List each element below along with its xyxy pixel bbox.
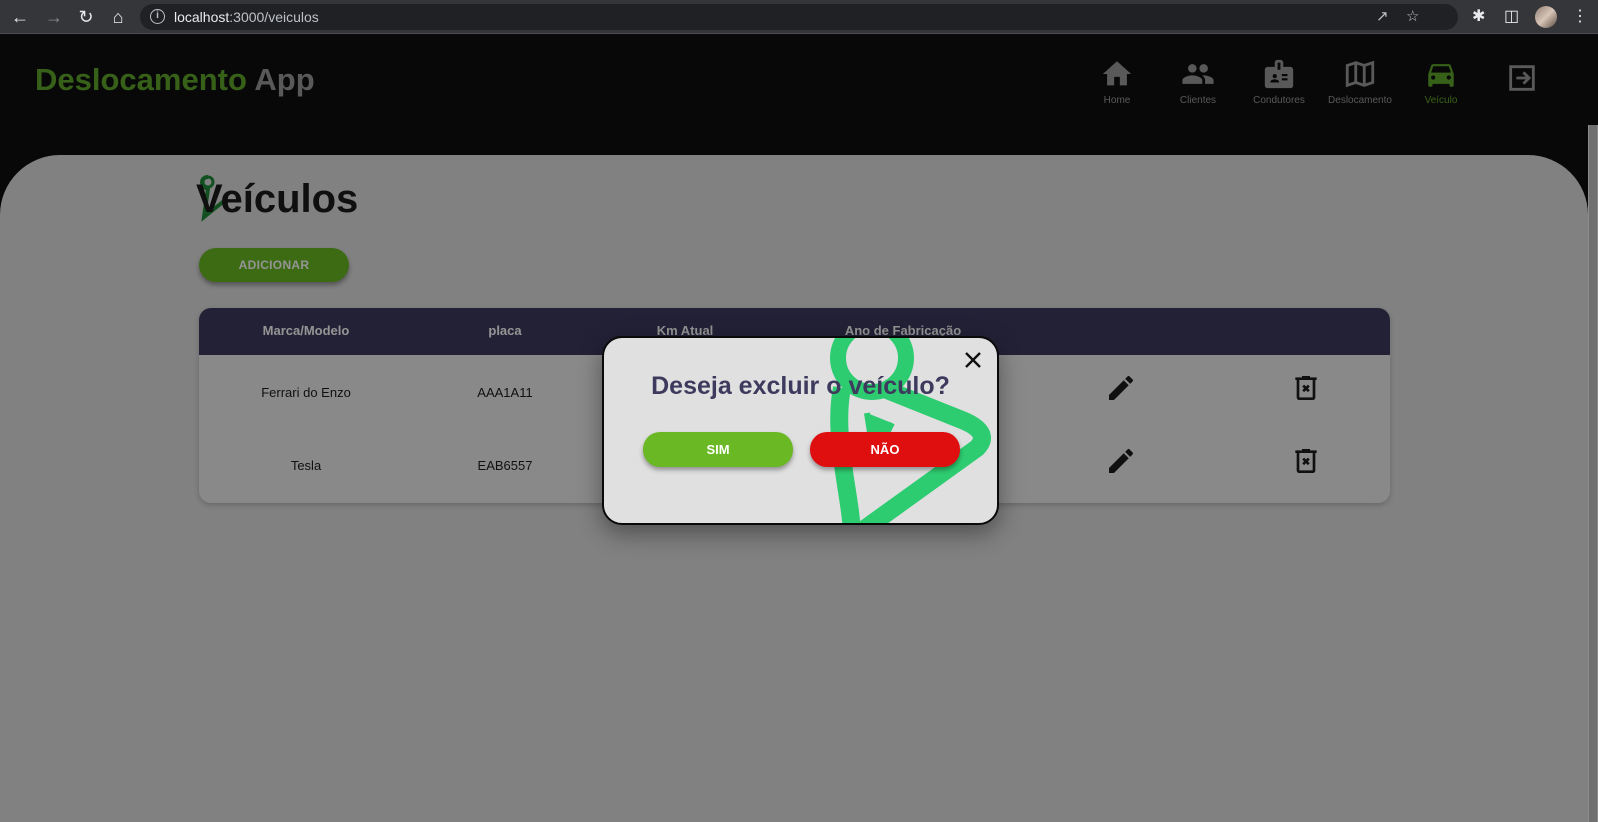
bookmark-star-icon[interactable]: ☆ bbox=[1406, 7, 1419, 25]
reload-icon[interactable]: ↻ bbox=[74, 5, 98, 29]
confirm-delete-dialog: Deseja excluir o veículo? SIM NÃO bbox=[602, 336, 999, 525]
share-icon[interactable]: ↗ bbox=[1376, 7, 1389, 25]
confirm-no-button[interactable]: NÃO bbox=[810, 432, 960, 467]
confirm-yes-button[interactable]: SIM bbox=[643, 432, 793, 467]
address-bar[interactable]: i localhost:3000/veiculos ↗ ☆ bbox=[140, 4, 1458, 30]
url-text[interactable]: localhost:3000/veiculos bbox=[174, 9, 319, 25]
profile-avatar[interactable] bbox=[1535, 6, 1557, 28]
back-icon[interactable]: ← bbox=[8, 5, 32, 29]
forward-icon[interactable]: → bbox=[42, 5, 66, 29]
browser-menu-icon[interactable]: ⋮ bbox=[1572, 6, 1588, 26]
close-icon[interactable] bbox=[961, 348, 985, 372]
home-browser-icon[interactable]: ⌂ bbox=[106, 5, 130, 29]
site-info-icon[interactable]: i bbox=[150, 9, 165, 24]
side-panel-icon[interactable]: ◫ bbox=[1504, 6, 1519, 26]
extensions-icon[interactable]: ✱ bbox=[1472, 6, 1485, 26]
dialog-title: Deseja excluir o veículo? bbox=[651, 372, 950, 400]
browser-toolbar: ← → ↻ ⌂ i localhost:3000/veiculos ↗ ☆ ✱ … bbox=[0, 0, 1598, 34]
